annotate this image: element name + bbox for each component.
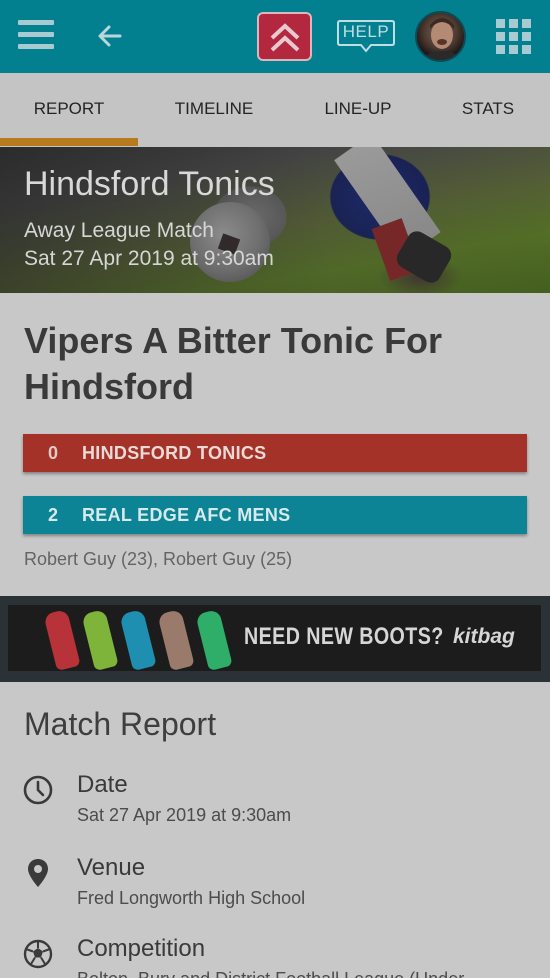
app-logo-button[interactable] bbox=[257, 12, 312, 61]
away-score: 2 bbox=[47, 505, 58, 525]
double-chevron-up-icon bbox=[270, 23, 300, 52]
ad-banner: NEED NEW BOOTS? kitbag bbox=[0, 596, 550, 682]
apps-grid-icon[interactable] bbox=[496, 19, 531, 54]
venue-info: Venue Fred Longworth High School bbox=[0, 853, 550, 923]
date-value: Sat 27 Apr 2019 at 9:30am bbox=[77, 805, 292, 825]
tab-bar: REPORT TIMELINE LINE-UP STATS bbox=[0, 73, 550, 147]
back-arrow-icon[interactable] bbox=[96, 22, 124, 50]
boot-image bbox=[157, 608, 195, 671]
tab-stats[interactable]: STATS bbox=[430, 73, 546, 147]
competition-label: Competition bbox=[77, 935, 206, 962]
top-app-bar: HELP bbox=[0, 0, 550, 73]
boot-image bbox=[81, 608, 119, 671]
kitbag-ad[interactable]: NEED NEW BOOTS? kitbag bbox=[8, 605, 541, 671]
away-team-name: REAL EDGE AFC MENS bbox=[82, 505, 291, 525]
away-team-score-row: 2 REAL EDGE AFC MENS bbox=[23, 496, 527, 534]
boot-image bbox=[43, 608, 81, 671]
ad-text: NEED NEW BOOTS? bbox=[244, 623, 444, 650]
boot-image bbox=[195, 608, 233, 671]
competition-info: Competition Bolton, Bury and District Fo… bbox=[0, 934, 550, 978]
home-score: 0 bbox=[47, 443, 58, 463]
boot-image bbox=[119, 608, 157, 671]
location-pin-icon bbox=[28, 859, 48, 887]
tab-timeline[interactable]: TIMELINE bbox=[142, 73, 286, 147]
home-team-name: HINDSFORD TONICS bbox=[82, 443, 267, 463]
match-datetime: Sat 27 Apr 2019 at 9:30am bbox=[24, 247, 274, 270]
venue-value[interactable]: Fred Longworth High School bbox=[77, 886, 305, 910]
competition-value: Bolton, Bury and District Football Leagu… bbox=[77, 967, 464, 978]
goal-scorers: Robert Guy (23), Robert Guy (25) bbox=[24, 549, 293, 569]
tab-report[interactable]: REPORT bbox=[0, 73, 138, 147]
clock-icon bbox=[23, 775, 53, 805]
active-tab-indicator bbox=[0, 138, 138, 146]
football-icon bbox=[23, 939, 53, 969]
user-avatar[interactable] bbox=[415, 11, 466, 62]
match-report-title: Match Report bbox=[24, 706, 217, 742]
home-team-score-row: 0 HINDSFORD TONICS bbox=[23, 434, 527, 472]
venue-label: Venue bbox=[77, 854, 146, 881]
kitbag-logo: kitbag bbox=[453, 625, 515, 648]
help-button[interactable]: HELP bbox=[337, 19, 395, 53]
team-name: Hindsford Tonics bbox=[24, 165, 275, 203]
match-type: Away League Match bbox=[24, 219, 214, 242]
date-label: Date bbox=[77, 771, 128, 798]
help-label: HELP bbox=[342, 22, 390, 41]
user-photo bbox=[422, 18, 462, 60]
match-info: Away League Match Sat 27 Apr 2019 at 9:3… bbox=[24, 217, 274, 273]
report-headline: Vipers A Bitter Tonic For Hindsford bbox=[24, 320, 443, 407]
tab-line-up[interactable]: LINE-UP bbox=[290, 73, 426, 147]
menu-icon[interactable] bbox=[18, 20, 54, 52]
match-hero-banner: Hindsford Tonics Away League Match Sat 2… bbox=[0, 147, 550, 293]
date-info: Date Sat 27 Apr 2019 at 9:30am bbox=[0, 770, 550, 840]
